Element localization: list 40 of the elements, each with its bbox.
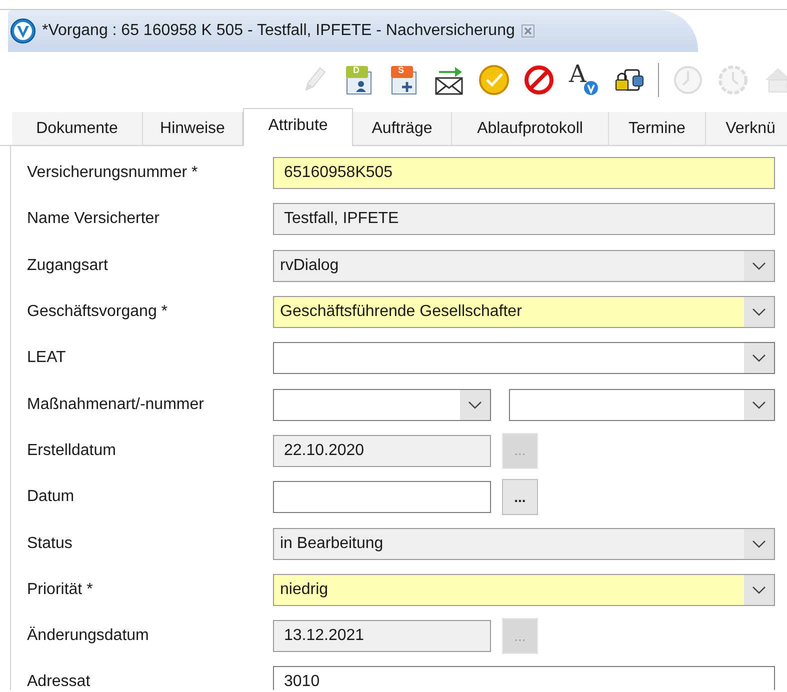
field-label: Adressat [27, 672, 92, 690]
field-label: Status [27, 534, 74, 554]
field-label: Maßnahmenart/-nummer [27, 394, 205, 415]
tab[interactable]: Hinweise [143, 112, 243, 145]
date-picker-button[interactable]: ... [502, 479, 538, 516]
input-field[interactable]: Testfall, IPFETE [273, 203, 775, 236]
forbidden-icon[interactable] [523, 64, 555, 96]
input-field[interactable]: 3010 [273, 666, 775, 690]
dropdown[interactable]: Geschäftsführende Gesellschafter [273, 296, 775, 328]
field-label: Geschäftsvorgang * [27, 302, 169, 322]
field-label: Priorität * [27, 580, 94, 600]
check-circle-icon[interactable] [478, 64, 510, 96]
tab[interactable]: Attribute [243, 108, 353, 146]
input-field[interactable]: 13.12.2021 [273, 620, 491, 652]
field-label: Änderungsdatum [27, 626, 150, 646]
input-field[interactable] [273, 481, 491, 514]
dropdown[interactable] [273, 342, 775, 374]
dropdown[interactable]: rvDialog [273, 250, 775, 282]
dropdown[interactable] [509, 388, 775, 421]
dropdown[interactable]: in Bearbeitung [273, 528, 775, 560]
tab[interactable]: Verknü [706, 112, 787, 145]
field-label: Zugangsart [27, 256, 109, 276]
tab[interactable]: Termine [609, 112, 706, 145]
envelope-arrow-icon[interactable] [433, 64, 465, 96]
logo-icon [10, 18, 36, 44]
dropdown[interactable]: niedrig [273, 574, 775, 606]
editor-tab[interactable]: *Vorgang : 65 160958 K 505 - Testfall, IPFETE - Nachversicherung [8, 10, 698, 52]
field-label: Datum [27, 487, 76, 508]
dropdown[interactable] [273, 388, 491, 421]
tab[interactable]: Aufträge [353, 112, 452, 145]
window-title: *Vorgang : 65 160958 K 505 - Testfall, IPFETE - Nachversicherung [42, 21, 515, 41]
tab[interactable]: Dokumente [12, 112, 143, 145]
field-label: Versicherungsnummer * [27, 163, 199, 184]
field-label: Name Versicherter [27, 209, 160, 230]
tab[interactable]: Ablaufprotokoll [452, 112, 609, 145]
field-label: LEAT [27, 348, 67, 368]
field-label: Erstelldatum [27, 440, 117, 461]
input-field[interactable]: 65160958K505 [273, 157, 775, 190]
input-field[interactable]: 22.10.2020 [273, 434, 491, 467]
close-icon[interactable] [520, 24, 535, 38]
